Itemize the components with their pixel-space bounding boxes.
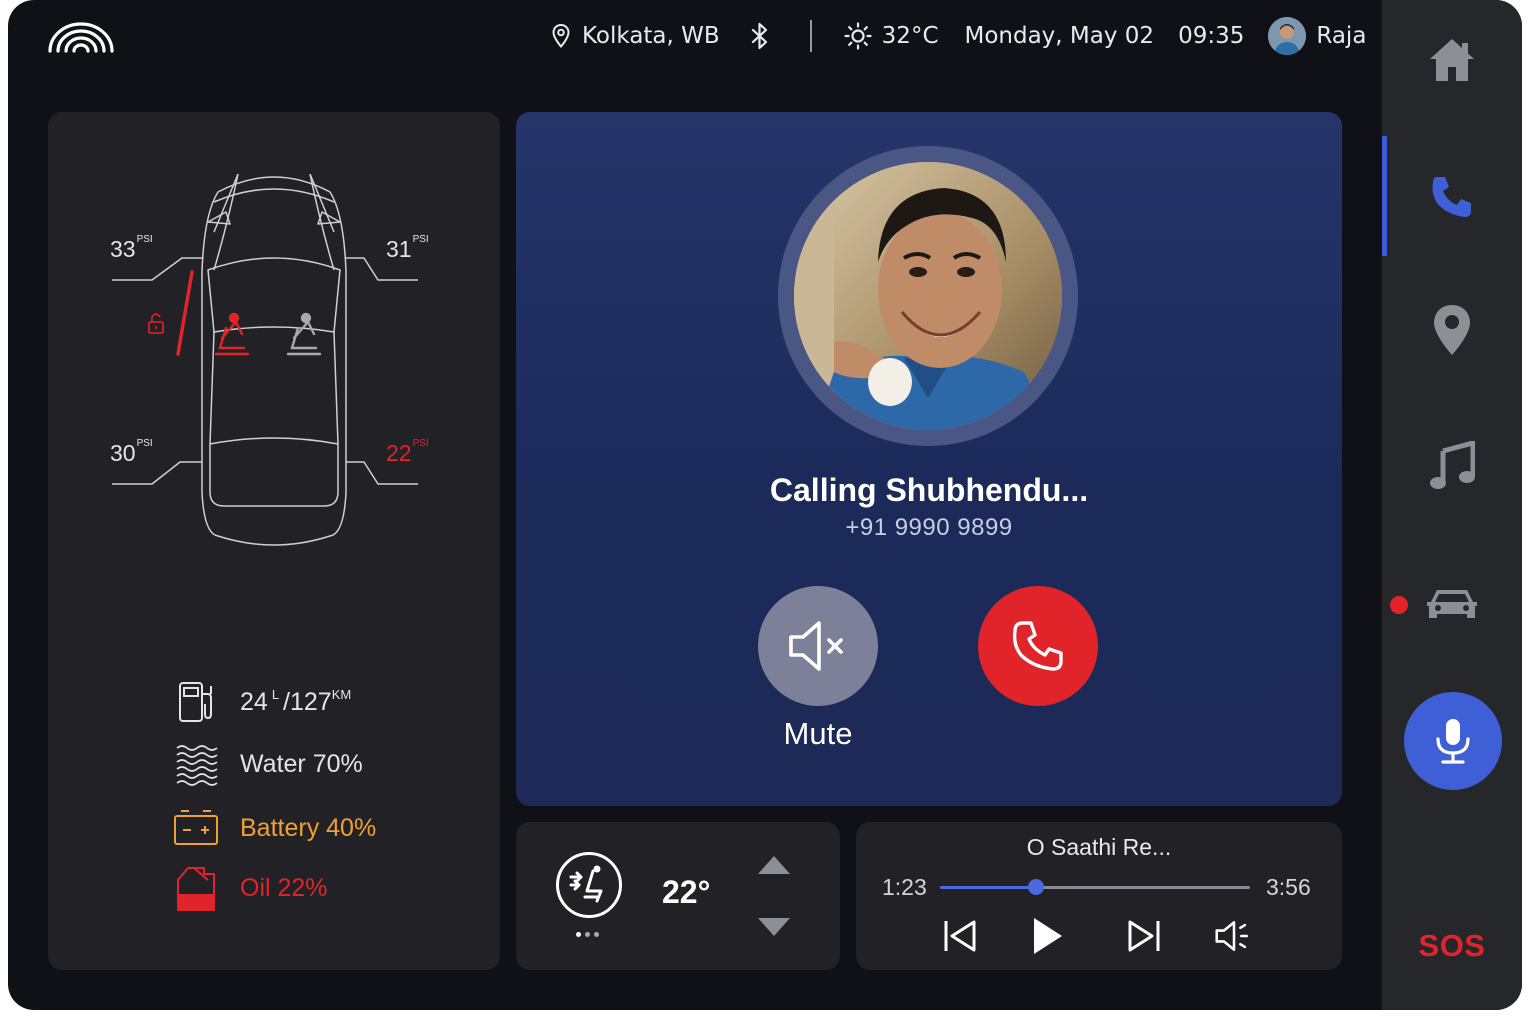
- sos-button[interactable]: SOS: [1382, 928, 1522, 964]
- microphone-icon: [1436, 719, 1470, 764]
- mute-label: Mute: [783, 716, 853, 751]
- battery-stat: Battery 40%: [172, 804, 376, 852]
- song-title: O Saathi Re...: [1026, 834, 1172, 860]
- brand-logo: [46, 20, 116, 56]
- phone-icon: [1012, 621, 1063, 671]
- oil-can-icon: [172, 864, 220, 912]
- battery-icon: [172, 804, 220, 852]
- user-name: Raja: [1316, 23, 1367, 49]
- next-track-button[interactable]: [1124, 914, 1164, 958]
- seat-airflow-icon: [569, 865, 603, 903]
- temperature-down-arrow[interactable]: [756, 916, 792, 938]
- progress-knob[interactable]: [1028, 879, 1045, 895]
- mode-dots: [576, 932, 599, 937]
- nav-phone[interactable]: [1424, 168, 1480, 224]
- clock-text: 09:35: [1178, 23, 1245, 49]
- home-icon: [1430, 39, 1474, 81]
- driver-seatbelt-icon: [214, 312, 250, 356]
- progress-slider[interactable]: [940, 879, 1250, 895]
- nav-location[interactable]: [1424, 302, 1480, 358]
- active-indicator: [1382, 136, 1387, 256]
- previous-track-button[interactable]: [940, 914, 980, 958]
- climate-panel: 22°: [516, 822, 840, 970]
- music-note-icon: [1430, 441, 1475, 489]
- bluetooth-icon[interactable]: [750, 22, 770, 50]
- oil-stat: Oil 22%: [172, 864, 328, 912]
- elapsed-time: 1:23: [882, 874, 927, 900]
- progress-fill: [940, 886, 1037, 889]
- location-pin-icon: [552, 24, 570, 48]
- caller-photo: [794, 162, 1062, 430]
- skip-previous-icon: [944, 920, 976, 952]
- vehicle-alert-dot: [1390, 596, 1408, 614]
- caller-number: +91 9990 9899: [845, 514, 1013, 541]
- tire-front-right: 31PSI: [386, 234, 429, 262]
- location-item[interactable]: Kolkata, WB: [552, 23, 720, 49]
- tire-front-left: 33PSI: [110, 234, 153, 262]
- weather-item: 32°C: [844, 22, 939, 50]
- date-text: Monday, May 02: [964, 23, 1155, 49]
- avatar: [1268, 17, 1307, 55]
- skip-next-icon: [1128, 920, 1160, 952]
- tire-rear-left: 30PSI: [110, 438, 153, 466]
- infotainment-screen: Kolkata, WB 32°C Monday, May 02 09:35 Ra…: [8, 0, 1522, 1010]
- nav-music[interactable]: [1424, 438, 1480, 494]
- fuel-pump-icon: [172, 678, 220, 726]
- total-duration: 3:56: [1266, 874, 1311, 900]
- tire-rear-right: 22PSI: [386, 438, 429, 466]
- end-call-button[interactable]: [978, 586, 1098, 706]
- play-button[interactable]: [1028, 914, 1068, 958]
- play-icon: [1034, 918, 1062, 954]
- divider: [809, 20, 812, 52]
- seat-airflow-button[interactable]: [556, 852, 622, 918]
- status-bar: Kolkata, WB 32°C Monday, May 02 09:35 Ra…: [552, 17, 1366, 55]
- vehicle-status-panel: 33PSI 31PSI 30PSI 22PSI 24 L/127 KM Water …: [48, 112, 500, 970]
- phone-icon: [1432, 177, 1471, 217]
- fuel-stat: 24 L/127 KM: [172, 678, 351, 726]
- volume-button[interactable]: [1214, 914, 1254, 958]
- call-status-title: Calling Shubhendu...: [769, 472, 1089, 508]
- car-icon: [1427, 590, 1477, 618]
- outside-temperature: 32°C: [881, 23, 939, 49]
- cabin-temperature: 22°: [662, 874, 711, 910]
- unlocked-icon: [148, 313, 164, 334]
- nav-home[interactable]: [1424, 32, 1480, 88]
- user-profile[interactable]: Raja: [1268, 17, 1366, 55]
- nav-sidebar: SOS: [1382, 0, 1522, 1010]
- music-player-panel: O Saathi Re... 1:23 3:56: [856, 822, 1342, 970]
- nav-vehicle[interactable]: [1424, 576, 1480, 632]
- passenger-seatbelt-icon: [286, 312, 322, 356]
- caller-photo-frame: [778, 146, 1078, 446]
- call-panel: Calling Shubhendu... +91 9990 9899 Mute: [516, 112, 1342, 806]
- location-pin-icon: [1434, 305, 1470, 355]
- temperature-up-arrow[interactable]: [756, 854, 792, 876]
- car-diagram: [112, 173, 418, 546]
- speaker-mute-icon: [789, 621, 843, 671]
- mute-button[interactable]: [758, 586, 878, 706]
- voice-assistant-button[interactable]: [1404, 692, 1502, 790]
- water-waves-icon: [172, 740, 220, 788]
- location-text: Kolkata, WB: [582, 23, 720, 49]
- water-stat: Water 70%: [172, 740, 363, 788]
- volume-icon: [1215, 921, 1248, 951]
- sun-icon: [844, 22, 872, 50]
